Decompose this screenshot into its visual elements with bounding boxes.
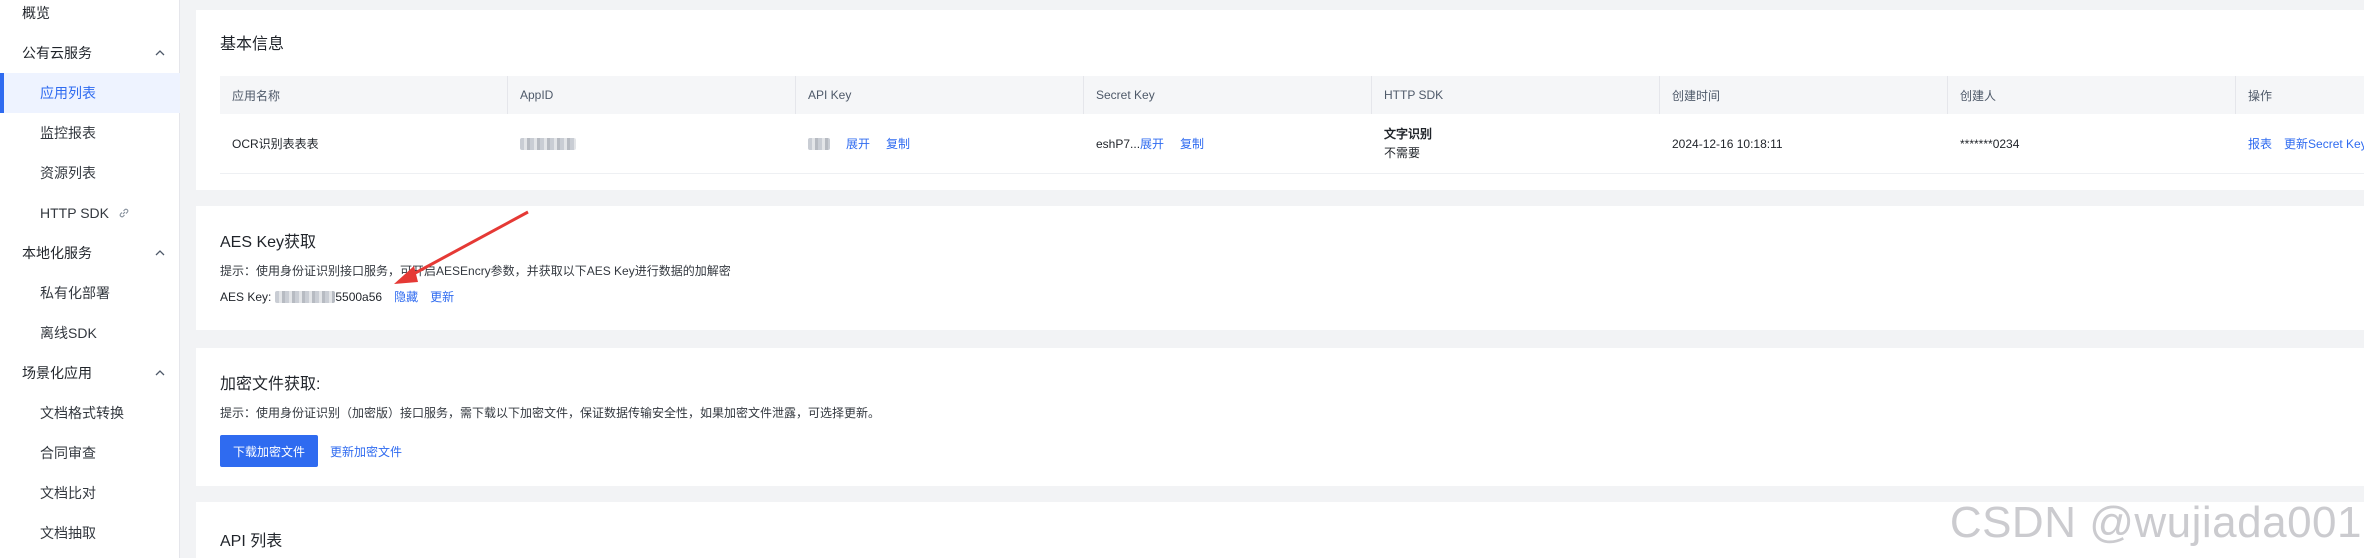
sidebar-item-doc-extract[interactable]: 文档抽取 [0,513,180,553]
panel-title: 加密文件获取: [220,376,321,393]
chevron-up-icon [155,250,165,256]
update-encrypt-file-link[interactable]: 更新加密文件 [330,443,402,460]
column-header: API Key [796,76,1084,114]
sidebar: 概览 公有云服务 应用列表 监控报表 资源列表 HTTP SDK 本地化服务 私… [0,0,180,558]
download-encrypt-file-button[interactable]: 下载加密文件 [220,435,318,467]
column-header: Secret Key [1084,76,1372,114]
secret-key-expand-link[interactable]: 展开 [1140,135,1164,152]
encrypt-file-panel: 加密文件获取: 提示：使用身份证识别（加密版）接口服务，需下载以下加密文件，保证… [196,348,2364,486]
column-header: AppID [508,76,796,114]
sidebar-item-label: HTTP SDK [40,205,109,221]
sidebar-item-resource-list[interactable]: 资源列表 [0,153,180,193]
sidebar-group-label: 场景化应用 [22,365,92,381]
sidebar-group-label: 公有云服务 [22,45,92,61]
sidebar-item-label: 概览 [22,5,50,21]
sdk-name: 文字识别 [1384,126,1433,141]
panel-title: 基本信息 [220,36,285,53]
column-header: 操作 [2248,88,2273,103]
sidebar-item-http-sdk[interactable]: HTTP SDK [0,193,180,233]
panel-title: AES Key获取 [220,234,317,251]
redacted-api-key [808,137,830,150]
sidebar-item-doc-convert[interactable]: 文档格式转换 [0,393,180,433]
sidebar-item-label: 应用列表 [40,85,96,101]
appid-cell [508,114,796,173]
sidebar-item-label: 文档格式转换 [40,405,124,421]
redacted-appid [520,137,576,150]
sidebar-item-contract-review[interactable]: 合同审查 [0,433,180,473]
aes-key-suffix: 5500a56 [335,289,383,304]
created-at-cell: 2024-12-16 10:18:11 [1672,136,1783,151]
panel-title: API 列表 [220,533,283,550]
sidebar-item-label: 文档比对 [40,485,96,501]
sidebar-item-label: 合同审查 [40,445,96,461]
http-sdk-cell: 文字识别 不需要 [1372,114,1660,173]
column-header: 创建人 [1948,76,2236,114]
sidebar-item-doc-compare[interactable]: 文档比对 [0,473,180,513]
sidebar-group-public-cloud[interactable]: 公有云服务 [0,33,180,73]
chevron-up-icon [155,50,165,56]
watermark: CSDN @wujiada001 [1949,498,2362,547]
column-header: 创建时间 [1660,76,1948,114]
actions-cell: 报表 更新Secret Key [2236,114,2364,173]
table-row: OCR识别表表表 展开 复制 eshP7... 展开 复制 文字识别 不需要 2… [220,114,2364,174]
sidebar-item-app-list[interactable]: 应用列表 [0,73,180,113]
report-link[interactable]: 报表 [2248,135,2272,152]
secret-key-cell: eshP7... 展开 复制 [1084,114,1372,173]
column-header: HTTP SDK [1372,76,1660,114]
sidebar-item-private-deploy[interactable]: 私有化部署 [0,273,180,313]
sidebar-group-scenario-apps[interactable]: 场景化应用 [0,353,180,393]
secret-key-prefix: eshP7... [1096,136,1141,151]
secret-key-copy-link[interactable]: 复制 [1180,135,1204,152]
table-header: 应用名称 AppID API Key Secret Key HTTP SDK 创… [220,76,2364,114]
sidebar-group-local-service[interactable]: 本地化服务 [0,233,180,273]
sidebar-item-overview[interactable]: 概览 [0,0,180,33]
column-header: 应用名称 [220,76,508,114]
sdk-status: 不需要 [1384,145,1421,160]
api-key-copy-link[interactable]: 复制 [886,135,910,152]
sidebar-item-offline-sdk[interactable]: 离线SDK [0,313,180,353]
annotation-arrow-icon [394,210,529,284]
external-link-icon [119,208,129,218]
sidebar-item-label: 私有化部署 [40,285,110,301]
sidebar-item-label: 文档抽取 [40,525,96,541]
aes-key-label: AES Key: [220,289,272,304]
api-key-expand-link[interactable]: 展开 [846,135,870,152]
encrypt-hint: 提示：使用身份证识别（加密版）接口服务，需下载以下加密文件，保证数据传输安全性，… [220,406,881,420]
app-name-cell: OCR识别表表表 [232,137,319,151]
sidebar-item-monitor-report[interactable]: 监控报表 [0,113,180,153]
redacted-aes-key [275,290,336,303]
sidebar-item-label: 离线SDK [40,325,97,341]
creator-cell: *******0234 [1960,136,2020,151]
update-secret-key-link[interactable]: 更新Secret Key [2284,135,2364,152]
basic-info-panel: 基本信息 应用名称 AppID API Key Secret Key HTTP … [196,10,2364,190]
api-key-cell: 展开 复制 [796,114,1084,173]
sidebar-item-label: 资源列表 [40,165,96,181]
chevron-up-icon [155,370,165,376]
sidebar-group-label: 本地化服务 [22,245,92,261]
sidebar-item-label: 监控报表 [40,125,96,141]
